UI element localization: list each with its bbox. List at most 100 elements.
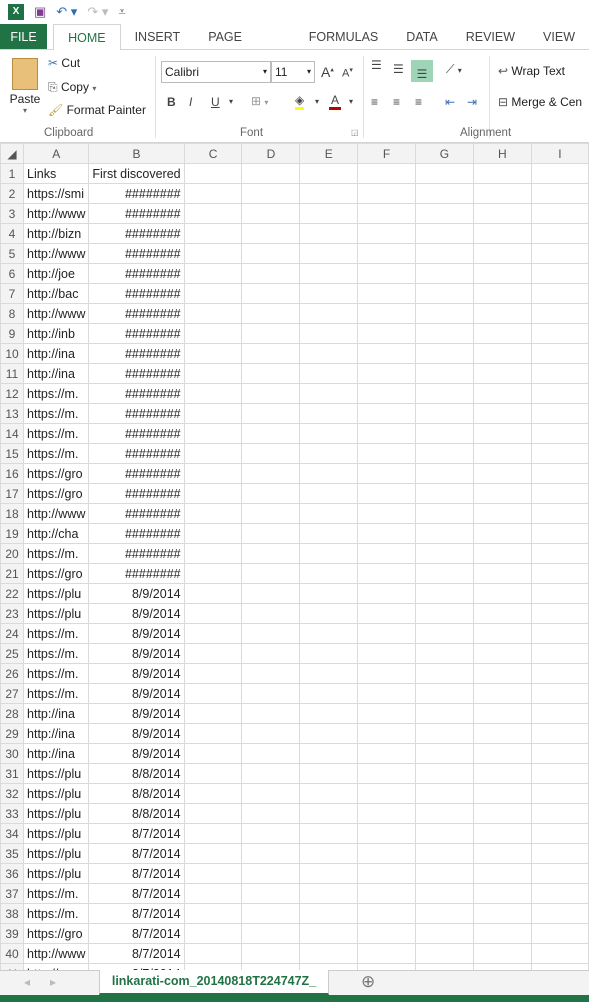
cell[interactable] — [472, 703, 532, 724]
increase-indent-icon[interactable]: ⇥ — [467, 95, 477, 109]
cell-link[interactable]: http://joe — [23, 263, 90, 284]
cell[interactable] — [183, 803, 243, 824]
cell-date[interactable]: 8/7/2014 — [88, 863, 185, 884]
row-header[interactable]: 11 — [0, 363, 25, 384]
cell[interactable] — [357, 743, 416, 764]
row-header[interactable]: 24 — [0, 623, 25, 644]
cell[interactable] — [183, 163, 243, 184]
cell[interactable] — [357, 183, 416, 204]
cell[interactable] — [241, 223, 301, 244]
cell[interactable] — [299, 163, 359, 184]
cell[interactable] — [299, 303, 359, 324]
cell[interactable] — [241, 763, 301, 784]
cell-date[interactable]: 8/8/2014 — [88, 763, 185, 784]
cell[interactable] — [357, 583, 416, 604]
cell-link[interactable]: http://www — [23, 243, 90, 264]
cell[interactable] — [414, 763, 474, 784]
row-header[interactable]: 4 — [0, 223, 25, 244]
cell-link[interactable]: https://m. — [23, 423, 90, 444]
cell-date[interactable]: 8/8/2014 — [88, 783, 185, 804]
cell-date[interactable]: 8/9/2014 — [88, 583, 185, 604]
cell[interactable] — [530, 843, 589, 864]
cell-link[interactable]: https://plu — [23, 843, 90, 864]
cell[interactable] — [472, 383, 532, 404]
cell[interactable] — [472, 303, 532, 324]
cell-date[interactable]: ######## — [88, 343, 185, 364]
cell[interactable] — [183, 403, 243, 424]
wrap-text-button[interactable]: ↩ Wrap Text — [498, 64, 565, 78]
prev-sheet-icon[interactable]: ◂ — [24, 975, 30, 989]
cell-link[interactable]: https://plu — [23, 603, 90, 624]
cell[interactable] — [530, 723, 589, 744]
cell-date[interactable]: 8/9/2014 — [88, 643, 185, 664]
cell[interactable] — [183, 383, 243, 404]
cell[interactable] — [472, 503, 532, 524]
align-left-icon[interactable]: ≡ — [371, 95, 378, 109]
cell-date[interactable]: ######## — [88, 483, 185, 504]
row-header[interactable]: 37 — [0, 883, 25, 904]
cell[interactable] — [241, 523, 301, 544]
cell[interactable] — [183, 503, 243, 524]
cell[interactable] — [530, 583, 589, 604]
cell[interactable] — [299, 803, 359, 824]
tab-formulas[interactable]: FORMULAS — [295, 24, 392, 49]
cell[interactable] — [241, 543, 301, 564]
paste-button[interactable]: Paste ▾ — [8, 58, 42, 115]
cell-date[interactable]: ######## — [88, 523, 185, 544]
cell-link[interactable]: https://plu — [23, 783, 90, 804]
row-header[interactable]: 36 — [0, 863, 25, 884]
tab-review[interactable]: REVIEW — [452, 24, 529, 49]
row-header[interactable]: 23 — [0, 603, 25, 624]
cell[interactable] — [530, 443, 589, 464]
row-header[interactable]: 22 — [0, 583, 25, 604]
customize-qat-icon[interactable]: ⩡ — [118, 4, 125, 20]
cell[interactable] — [241, 903, 301, 924]
cell[interactable] — [183, 223, 243, 244]
cell-link[interactable]: https://plu — [23, 823, 90, 844]
cell-link[interactable]: https://gro — [23, 483, 90, 504]
cell[interactable] — [414, 643, 474, 664]
cell[interactable] — [241, 263, 301, 284]
cut-button[interactable]: ✂ Cut — [48, 56, 80, 70]
cell[interactable] — [414, 483, 474, 504]
cell[interactable] — [472, 323, 532, 344]
cell-date[interactable]: ######## — [88, 423, 185, 444]
cell-link[interactable]: https://m. — [23, 403, 90, 424]
cell[interactable] — [357, 463, 416, 484]
cell[interactable] — [530, 503, 589, 524]
cell-date[interactable]: ######## — [88, 283, 185, 304]
cell[interactable] — [357, 203, 416, 224]
cell[interactable] — [241, 423, 301, 444]
column-header-c[interactable]: C — [183, 143, 243, 164]
format-painter-button[interactable]: 🖌 Format Painter — [48, 103, 146, 117]
sheet-tab[interactable]: linkarati-com_20140818T224747Z_ — [99, 970, 329, 995]
cell[interactable] — [530, 783, 589, 804]
cell[interactable] — [357, 163, 416, 184]
row-header[interactable]: 21 — [0, 563, 25, 584]
cell-date[interactable]: 8/9/2014 — [88, 703, 185, 724]
cell[interactable] — [183, 263, 243, 284]
cell[interactable] — [472, 923, 532, 944]
cell[interactable] — [414, 923, 474, 944]
row-header[interactable]: 26 — [0, 663, 25, 684]
row-header[interactable]: 6 — [0, 263, 25, 284]
column-header-e[interactable]: E — [299, 143, 359, 164]
row-header[interactable]: 2 — [0, 183, 25, 204]
cell[interactable] — [357, 383, 416, 404]
row-header[interactable]: 15 — [0, 443, 25, 464]
cell[interactable] — [357, 823, 416, 844]
merge-center-button[interactable]: ⊟ Merge & Cen — [498, 95, 582, 109]
cell-date[interactable]: ######## — [88, 303, 185, 324]
cell[interactable] — [530, 903, 589, 924]
column-header-h[interactable]: H — [472, 143, 532, 164]
tab-insert[interactable]: INSERT — [121, 24, 195, 49]
cell[interactable] — [299, 843, 359, 864]
cell[interactable] — [530, 223, 589, 244]
cell[interactable] — [241, 463, 301, 484]
cell-link[interactable]: http://ina — [23, 343, 90, 364]
cell[interactable] — [530, 603, 589, 624]
cell[interactable] — [241, 303, 301, 324]
cell[interactable] — [530, 823, 589, 844]
cell-date[interactable]: ######## — [88, 243, 185, 264]
cell-link[interactable]: https://gro — [23, 463, 90, 484]
